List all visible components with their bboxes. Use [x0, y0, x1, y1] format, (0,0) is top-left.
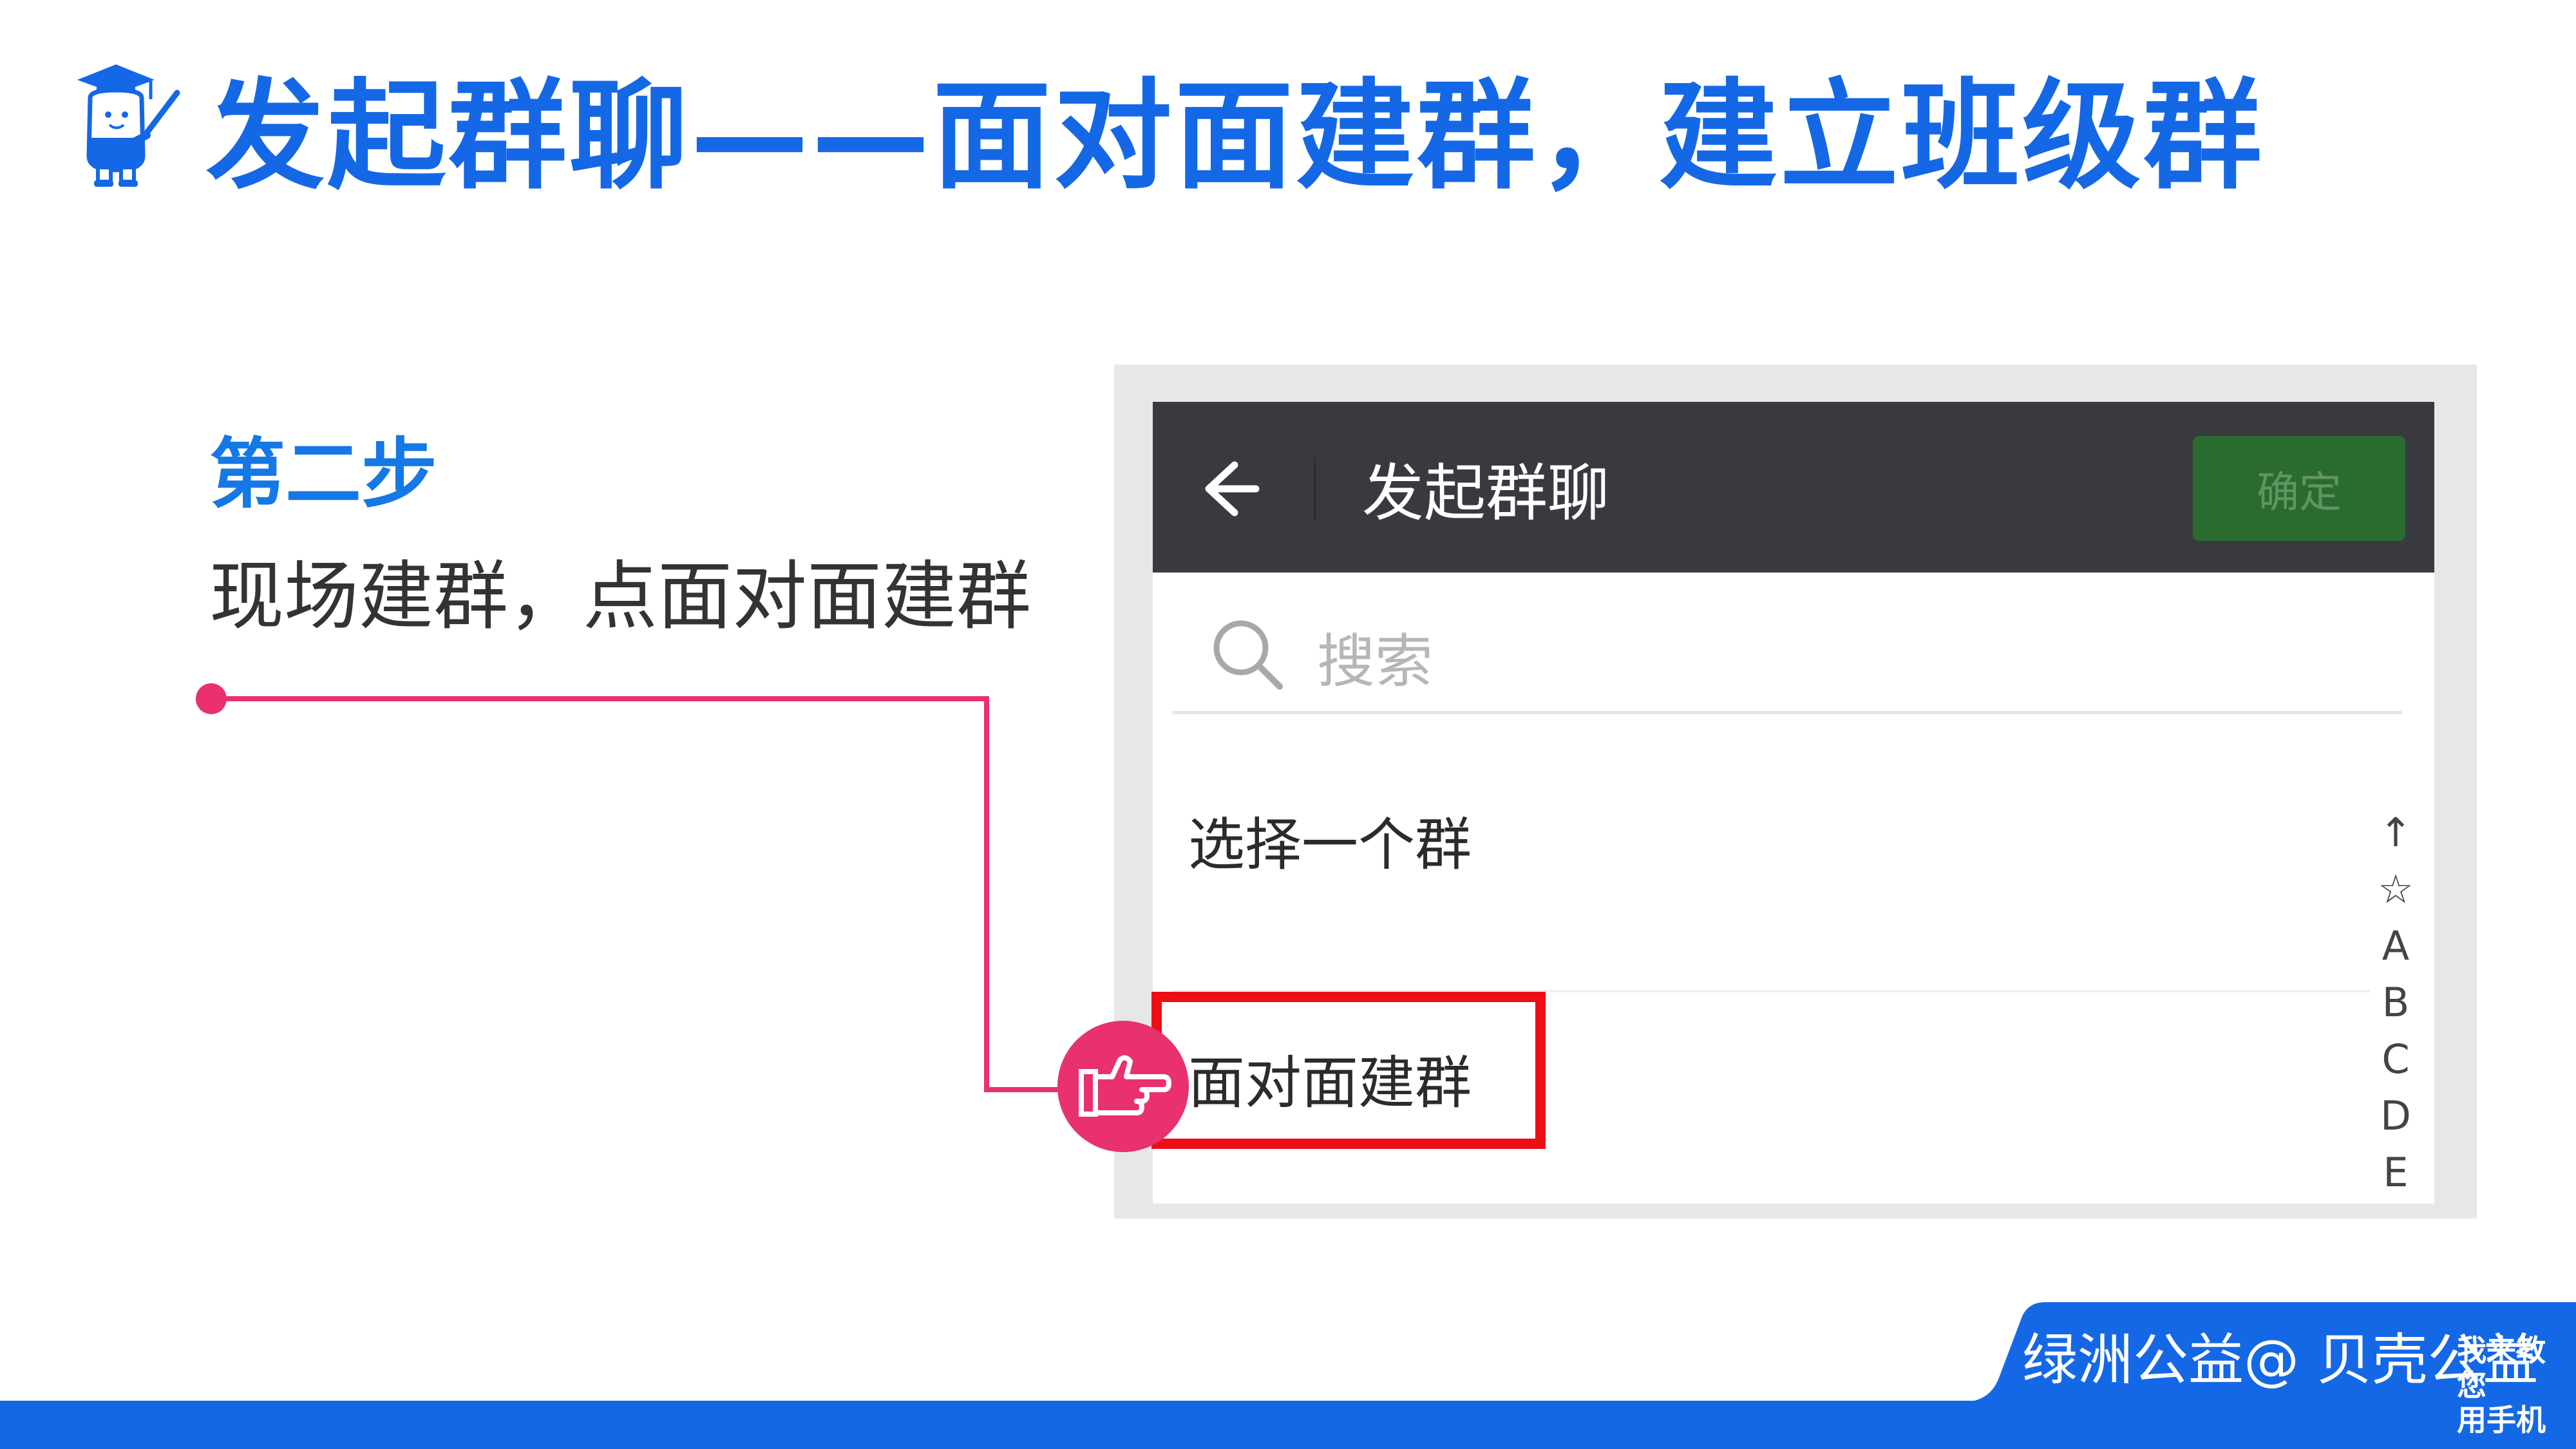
- index-letter[interactable]: ☆: [2378, 861, 2414, 918]
- step-description: 现场建群，点面对面建群: [209, 553, 1031, 640]
- teacher-mascot-icon: [71, 59, 180, 188]
- index-letter[interactable]: E: [2383, 1144, 2408, 1201]
- app-bar: 发起群聊 确定: [1153, 402, 2434, 573]
- footer-slogan-line1: 我来教您: [2457, 1333, 2546, 1403]
- footer-bar: [0, 1401, 2576, 1449]
- search-bar[interactable]: 搜索: [1172, 595, 2402, 714]
- step-title: 第二步: [209, 430, 438, 518]
- appbar-divider: [1314, 457, 1316, 521]
- footer-slogan: 我来教您 用手机: [2457, 1333, 2560, 1437]
- pointing-hand-icon: [1057, 1021, 1189, 1152]
- arrow-left-icon: [1205, 461, 1260, 516]
- confirm-button[interactable]: 确定: [2193, 436, 2405, 541]
- list-item-select-group[interactable]: 选择一个群: [1188, 775, 1472, 904]
- index-letter[interactable]: B: [2382, 974, 2410, 1031]
- search-icon: [1213, 620, 1283, 690]
- index-letter[interactable]: D: [2380, 1088, 2411, 1144]
- back-button[interactable]: [1191, 450, 1269, 527]
- index-letter[interactable]: ↑: [2379, 804, 2412, 861]
- appbar-title: 发起群聊: [1362, 457, 1609, 529]
- footer-slogan-line2: 用手机: [2457, 1403, 2546, 1437]
- highlight-box: [1151, 992, 1546, 1149]
- index-letter[interactable]: C: [2382, 1031, 2409, 1088]
- index-letter[interactable]: A: [2382, 918, 2409, 974]
- alphabet-index-bar[interactable]: ↑ ☆ A B C D E: [2376, 804, 2415, 1201]
- search-input[interactable]: 搜索: [1317, 614, 1433, 698]
- slide-title: 发起群聊——面对面建群，建立班级群: [206, 68, 2265, 205]
